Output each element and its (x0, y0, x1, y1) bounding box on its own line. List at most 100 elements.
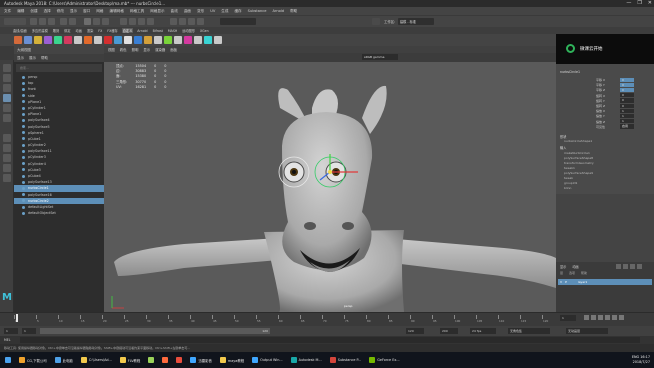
snap-curve-icon[interactable] (129, 18, 136, 25)
menu-item[interactable]: 网格工具 (130, 9, 144, 14)
taskbar-app[interactable]: maya教程 (217, 354, 247, 366)
menu-item[interactable]: 编辑网格 (110, 9, 124, 14)
shelf-tool-icon[interactable] (64, 36, 72, 44)
menu-item[interactable]: 曲线 (171, 9, 178, 14)
system-clock[interactable]: ENG 16:17 2018/7/27 (632, 355, 650, 365)
step-forward-icon[interactable] (612, 315, 617, 320)
layer-new-icon[interactable] (616, 264, 621, 269)
shelf-tool-icon[interactable] (194, 36, 202, 44)
go-start-icon[interactable] (584, 315, 589, 320)
taskbar-app[interactable] (159, 354, 171, 366)
shelf-tool-icon[interactable] (14, 36, 22, 44)
outliner-item[interactable]: defaultObjectSet (14, 210, 104, 216)
taskbar-app[interactable]: Autodesk M... (288, 354, 325, 366)
play-forward-icon[interactable] (605, 315, 610, 320)
shelf-tool-icon[interactable] (74, 36, 82, 44)
mel-label[interactable]: MEL (4, 338, 11, 342)
range-end-field[interactable]: 120 (406, 328, 424, 334)
render-icon[interactable] (170, 18, 177, 25)
redo-icon[interactable] (69, 18, 76, 25)
shelf-tab[interactable]: XGen (199, 29, 210, 33)
shelf-tool-icon[interactable] (164, 36, 172, 44)
shelf-tool-icon[interactable] (84, 36, 92, 44)
tab-display-layers[interactable]: 显示 (560, 264, 566, 269)
minimize-button[interactable]: — (626, 0, 631, 6)
lasso-tool-icon[interactable] (3, 74, 11, 82)
playhead[interactable] (16, 314, 18, 322)
shelf-tool-icon[interactable] (174, 36, 182, 44)
layer-menu-layers[interactable]: 层 (560, 271, 563, 275)
menu-item[interactable]: 变形 (197, 9, 204, 14)
shelf-tab[interactable]: Bifrost (152, 29, 164, 33)
menu-item[interactable]: UV (210, 9, 215, 13)
outliner-menu-help[interactable]: 帮助 (41, 56, 48, 60)
horse-model[interactable] (104, 62, 556, 312)
shelf-tool-icon[interactable] (134, 36, 142, 44)
select-component-icon[interactable] (102, 18, 109, 25)
input-node[interactable]: polySurfaceShape9 (564, 171, 593, 175)
taskbar-app[interactable]: Substance P... (327, 354, 365, 366)
shelf-tool-icon[interactable] (154, 36, 162, 44)
taskbar-app[interactable]: Output Win... (249, 354, 285, 366)
input-node[interactable]: polySurfaceShape8 (564, 156, 593, 160)
input-node[interactable]: transformGeometry (564, 161, 594, 165)
shelf-tool-icon[interactable] (44, 36, 52, 44)
undo-icon[interactable] (60, 18, 67, 25)
viewport-menu-item[interactable]: 照明 (132, 47, 139, 52)
layer-playback-toggle[interactable]: P (565, 280, 567, 284)
color-space-dropdown[interactable]: sRGB gamma (362, 54, 398, 60)
shelf-tool-icon[interactable] (124, 36, 132, 44)
shelf-tab[interactable]: 渲染 (86, 28, 94, 33)
range-inner-start-field[interactable]: 1 (22, 328, 36, 334)
menu-item[interactable]: 编辑 (17, 9, 24, 14)
shelf-tab[interactable]: 多边形建模 (31, 28, 49, 33)
menu-item[interactable]: Arnold (272, 9, 284, 13)
snap-grid-icon[interactable] (120, 18, 127, 25)
outliner-menu-show[interactable]: 展示 (29, 56, 36, 60)
channel-value-field[interactable]: 0 (620, 82, 634, 87)
snap-point-icon[interactable] (138, 18, 145, 25)
taskbar-app[interactable]: GeForce Ex... (366, 354, 402, 366)
input-node[interactable]: blinn (564, 186, 571, 190)
shelf-tab[interactable]: MASH (167, 29, 178, 33)
range-start-field[interactable]: 1 (4, 328, 18, 334)
shelf-tool-icon[interactable] (34, 36, 42, 44)
range-max-field[interactable]: 200 (440, 328, 458, 334)
taskbar-app[interactable] (173, 354, 185, 366)
layout-single-icon[interactable] (3, 134, 11, 142)
input-language[interactable]: ENG (632, 355, 639, 359)
shelf-tab[interactable]: 曲线/曲面 (12, 28, 28, 33)
menu-item[interactable]: 网格 (96, 9, 103, 14)
shelf-tab[interactable]: 运动图形 (181, 28, 196, 33)
menu-item[interactable]: 窗口 (83, 9, 90, 14)
channel-value-field[interactable]: 0 (620, 103, 634, 108)
menu-item[interactable]: 创建 (30, 9, 37, 14)
layer-menu-options[interactable]: 选项 (569, 271, 575, 275)
menu-set-dropdown[interactable] (4, 18, 26, 25)
command-input[interactable] (20, 337, 640, 343)
menu-item[interactable]: 网格显示 (150, 9, 164, 14)
shelf-tab[interactable]: FX缓存 (106, 28, 118, 33)
menu-item[interactable]: 显示 (70, 9, 77, 14)
shelf-tool-icon[interactable] (54, 36, 62, 44)
outliner-search-input[interactable]: 搜索... (16, 64, 102, 72)
select-tool-icon[interactable] (3, 64, 11, 72)
shelf-tool-icon[interactable] (104, 36, 112, 44)
save-scene-icon[interactable] (48, 18, 55, 25)
taskbar-app[interactable]: C:\Users\Ad... (78, 354, 115, 366)
shelf-tool-icon[interactable] (94, 36, 102, 44)
snap-view-icon[interactable] (147, 18, 154, 25)
go-end-icon[interactable] (619, 315, 624, 320)
range-bar[interactable]: 120 (40, 328, 270, 334)
shelf-tab[interactable]: FX (97, 29, 103, 33)
shelf-tool-icon[interactable] (214, 36, 222, 44)
shelf-tool-icon[interactable] (144, 36, 152, 44)
select-object-icon[interactable] (93, 18, 100, 25)
menu-item[interactable]: 修改 (57, 9, 64, 14)
play-back-icon[interactable] (598, 315, 603, 320)
viewport-menu-item[interactable]: 显示 (143, 47, 150, 52)
hypershade-icon[interactable] (197, 18, 204, 25)
viewport-panel[interactable]: 视图 着色 照明 显示 渲染器 面板 sRGB gamma 顶点: 15504 0 0 边: 308… (104, 46, 556, 312)
layout-outliner-icon[interactable] (3, 164, 11, 172)
taskbar-app[interactable] (145, 354, 157, 366)
